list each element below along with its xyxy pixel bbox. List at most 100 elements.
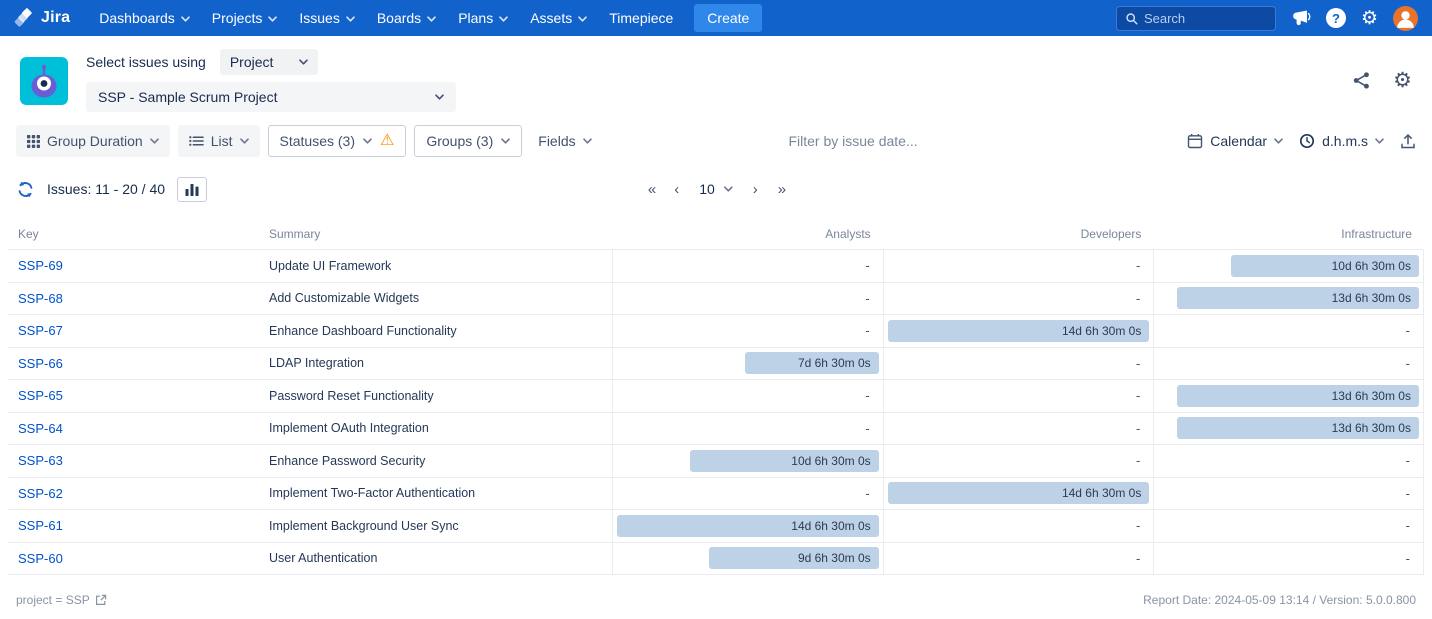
issue-source-mode-value: Project bbox=[230, 54, 274, 70]
issue-key-link[interactable]: SSP-61 bbox=[18, 518, 63, 533]
export-icon[interactable] bbox=[1400, 133, 1416, 150]
issue-source-mode-select[interactable]: Project bbox=[220, 49, 319, 75]
nav-item-issues[interactable]: Issues bbox=[288, 0, 365, 36]
chevron-down-icon bbox=[299, 59, 308, 65]
nav-item-dashboards[interactable]: Dashboards bbox=[88, 0, 201, 36]
chart-view-button[interactable] bbox=[177, 177, 207, 202]
table-row: SSP-60User Authentication9d 6h 30m 0s-- bbox=[8, 543, 1424, 576]
column-header-infrastructure: Infrastructure bbox=[1153, 227, 1424, 241]
calendar-dropdown[interactable]: Calendar bbox=[1187, 133, 1283, 149]
refresh-icon[interactable] bbox=[16, 180, 35, 199]
duration-bar: 9d 6h 30m 0s bbox=[709, 547, 879, 569]
chevron-down-icon bbox=[578, 16, 587, 22]
search-icon bbox=[1125, 12, 1138, 25]
project-select-value: SSP - Sample Scrum Project bbox=[98, 89, 277, 105]
statuses-dropdown[interactable]: Statuses (3) ⚠ bbox=[268, 125, 407, 157]
select-issues-label: Select issues using bbox=[86, 54, 206, 70]
jira-logo[interactable]: Jira bbox=[14, 8, 88, 28]
issue-table: KeySummaryAnalystsDevelopersInfrastructu… bbox=[8, 219, 1424, 575]
issue-key-link[interactable]: SSP-65 bbox=[18, 388, 63, 403]
chevron-down-icon bbox=[346, 16, 355, 22]
next-page-icon[interactable]: › bbox=[753, 182, 758, 197]
filter-by-issue-date-input[interactable] bbox=[788, 133, 998, 149]
infrastructure-duration-cell: - bbox=[1153, 315, 1424, 347]
issue-key-link[interactable]: SSP-64 bbox=[18, 421, 63, 436]
analysts-duration-cell: - bbox=[612, 413, 883, 445]
help-icon[interactable]: ? bbox=[1326, 8, 1346, 28]
column-header-summary: Summary bbox=[259, 227, 612, 241]
issue-key-link[interactable]: SSP-62 bbox=[18, 486, 63, 501]
report-settings-gear-icon[interactable]: ⚙ bbox=[1393, 70, 1412, 91]
user-avatar[interactable] bbox=[1393, 6, 1418, 31]
empty-duration: - bbox=[1406, 356, 1419, 371]
group-duration-dropdown[interactable]: Group Duration bbox=[16, 125, 170, 157]
chevron-down-icon bbox=[363, 138, 372, 144]
analysts-duration-cell: - bbox=[612, 380, 883, 412]
create-button[interactable]: Create bbox=[694, 4, 762, 32]
empty-duration: - bbox=[1136, 388, 1149, 403]
warning-icon[interactable]: ⚠ bbox=[380, 133, 394, 149]
time-format-dropdown[interactable]: d.h.m.s bbox=[1299, 133, 1384, 149]
developers-duration-cell: - bbox=[883, 413, 1154, 445]
table-row: SSP-62Implement Two-Factor Authenticatio… bbox=[8, 478, 1424, 511]
nav-item-assets[interactable]: Assets bbox=[519, 0, 598, 36]
issue-key-cell: SSP-62 bbox=[8, 478, 259, 510]
issue-key-link[interactable]: SSP-66 bbox=[18, 356, 63, 371]
analysts-duration-cell: 14d 6h 30m 0s bbox=[612, 510, 883, 542]
analysts-duration-cell: - bbox=[612, 315, 883, 347]
developers-duration-cell: - bbox=[883, 380, 1154, 412]
issue-key-link[interactable]: SSP-68 bbox=[18, 291, 63, 306]
nav-right: ? ⚙ bbox=[1116, 6, 1418, 31]
issue-key-cell: SSP-63 bbox=[8, 445, 259, 477]
chevron-down-icon bbox=[268, 16, 277, 22]
analysts-duration-cell: - bbox=[612, 478, 883, 510]
time-format-label: d.h.m.s bbox=[1322, 133, 1368, 149]
empty-duration: - bbox=[1406, 453, 1419, 468]
groups-dropdown[interactable]: Groups (3) bbox=[414, 125, 522, 157]
duration-bar: 13d 6h 30m 0s bbox=[1177, 385, 1419, 407]
nav-item-label: Projects bbox=[212, 10, 263, 26]
analysts-duration-cell: 9d 6h 30m 0s bbox=[612, 543, 883, 575]
issue-key-cell: SSP-61 bbox=[8, 510, 259, 542]
nav-item-timepiece[interactable]: Timepiece bbox=[598, 0, 684, 36]
list-icon bbox=[189, 135, 204, 147]
duration-bar: 14d 6h 30m 0s bbox=[617, 515, 879, 537]
global-search[interactable] bbox=[1116, 6, 1276, 31]
issue-source-controls: Select issues using Project SSP - Sample… bbox=[86, 49, 456, 112]
groups-label: Groups (3) bbox=[426, 133, 493, 149]
duration-bar: 14d 6h 30m 0s bbox=[888, 320, 1150, 342]
settings-gear-icon[interactable]: ⚙ bbox=[1361, 9, 1378, 28]
nav-item-plans[interactable]: Plans bbox=[447, 0, 519, 36]
footer-filter-link[interactable]: project = SSP bbox=[16, 593, 107, 607]
project-select[interactable]: SSP - Sample Scrum Project bbox=[86, 82, 456, 112]
nav-item-projects[interactable]: Projects bbox=[201, 0, 289, 36]
page-size-select[interactable]: 10 bbox=[699, 181, 733, 197]
nav-items: Dashboards Projects Issues BoardsPlansAsset… bbox=[88, 0, 684, 36]
table-row: SSP-68Add Customizable Widgets--13d 6h 3… bbox=[8, 283, 1424, 316]
view-mode-list-dropdown[interactable]: List bbox=[178, 125, 260, 157]
help-question-glyph: ? bbox=[1326, 8, 1346, 28]
announcements-megaphone-icon[interactable] bbox=[1291, 9, 1311, 27]
first-page-icon[interactable]: « bbox=[648, 182, 654, 197]
issue-key-link[interactable]: SSP-67 bbox=[18, 323, 63, 338]
previous-page-icon[interactable]: ‹ bbox=[674, 182, 679, 197]
issue-key-link[interactable]: SSP-63 bbox=[18, 453, 63, 468]
issue-key-link[interactable]: SSP-60 bbox=[18, 551, 63, 566]
developers-duration-cell: 14d 6h 30m 0s bbox=[883, 315, 1154, 347]
analysts-duration-cell: - bbox=[612, 250, 883, 282]
issue-summary: Enhance Dashboard Functionality bbox=[259, 315, 612, 347]
search-input[interactable] bbox=[1144, 11, 1267, 26]
last-page-icon[interactable]: » bbox=[778, 182, 784, 197]
table-row: SSP-69Update UI Framework--10d 6h 30m 0s bbox=[8, 250, 1424, 283]
duration-bar: 10d 6h 30m 0s bbox=[690, 450, 878, 472]
gear-glyph: ⚙ bbox=[1393, 70, 1412, 91]
nav-item-label: Issues bbox=[299, 10, 339, 26]
developers-duration-cell: - bbox=[883, 250, 1154, 282]
nav-item-label: Dashboards bbox=[99, 10, 175, 26]
chevron-down-icon bbox=[501, 138, 510, 144]
table-row: SSP-63Enhance Password Security10d 6h 30… bbox=[8, 445, 1424, 478]
share-icon[interactable] bbox=[1352, 71, 1371, 90]
fields-dropdown[interactable]: Fields bbox=[530, 125, 599, 157]
nav-item-boards[interactable]: Boards bbox=[366, 0, 447, 36]
issue-key-link[interactable]: SSP-69 bbox=[18, 258, 63, 273]
